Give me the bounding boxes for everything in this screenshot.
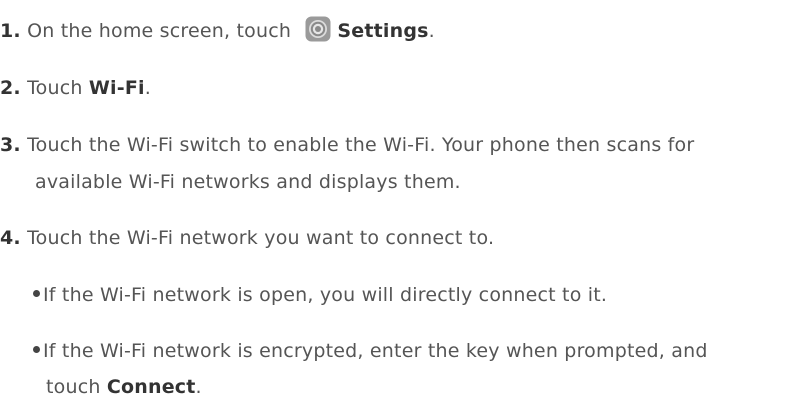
step-1: 1. On the home screen, touch Settings. <box>0 16 435 45</box>
step-2: 2. Touch Wi-Fi. <box>0 77 151 99</box>
step-3: 3. Touch the Wi-Fi switch to enable the … <box>0 132 694 158</box>
bullet-dot-icon <box>33 290 40 297</box>
step-3-continued: available Wi-Fi networks and displays th… <box>35 169 461 195</box>
instruction-document: 1. On the home screen, touch Settings. 2… <box>0 0 785 398</box>
bullet-open-network: If the Wi-Fi network is open, you will d… <box>33 282 607 308</box>
bullet-text: If the Wi-Fi network is open, you will d… <box>43 284 608 306</box>
wifi-label: Wi-Fi <box>88 77 145 99</box>
step-number: 2. <box>0 77 21 99</box>
settings-gear-icon <box>305 16 331 42</box>
step-number: 1. <box>0 20 21 42</box>
bullet-encrypted-continued: touch Connect. <box>46 376 202 398</box>
settings-label: Settings <box>337 20 429 42</box>
step-text: Touch the Wi-Fi switch to enable the Wi-… <box>27 134 695 156</box>
bullet-text: If the Wi-Fi network is encrypted, enter… <box>43 340 708 362</box>
step-4: 4. Touch the Wi-Fi network you want to c… <box>0 225 494 251</box>
step-text: available Wi-Fi networks and displays th… <box>35 171 461 193</box>
step-text: Touch the Wi-Fi network you want to conn… <box>27 227 495 249</box>
bullet-dot-icon <box>33 346 40 353</box>
step-text: Touch <box>27 77 89 99</box>
step-text: On the home screen, touch <box>27 20 292 42</box>
step-number: 4. <box>0 227 21 249</box>
bullet-encrypted-network: If the Wi-Fi network is encrypted, enter… <box>33 338 708 364</box>
step-number: 3. <box>0 134 21 156</box>
connect-label: Connect <box>106 376 196 398</box>
